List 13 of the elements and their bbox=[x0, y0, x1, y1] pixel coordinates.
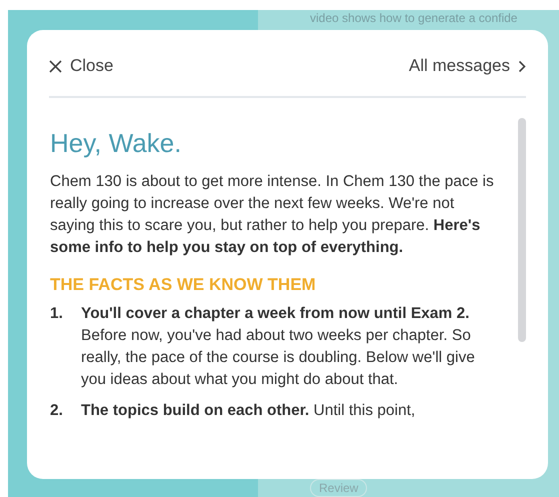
section-heading: THE FACTS AS WE KNOW THEM bbox=[50, 275, 317, 295]
scrollbar[interactable] bbox=[518, 118, 526, 342]
background-text: video shows how to generate a confide bbox=[310, 11, 518, 25]
chevron-right-icon bbox=[518, 60, 526, 72]
list-number: 1. bbox=[50, 304, 64, 324]
list-number: 2. bbox=[50, 401, 64, 421]
intro-paragraph: Chem 130 is about to get more intense. In Chem 130 the pace is really going to increase over the next few weeks. We're not saying this to scare you, but rather to help you prepare. Here's some info to help you stay on top of everything. bbox=[50, 172, 495, 258]
greeting-heading: Hey, Wake. bbox=[50, 128, 182, 159]
close-icon bbox=[49, 60, 62, 72]
close-button[interactable]: Close bbox=[49, 56, 114, 76]
all-messages-link[interactable]: All messages bbox=[408, 56, 526, 76]
list-item-text: The topics build on each other. Until this point, bbox=[81, 401, 416, 421]
list-item-text: You'll cover a chapter a week from now until Exam 2. Before now, you've had about two weeks per chapter. So really, the pace of the course is doubling. Below we'll give you ideas about what you might do about that. bbox=[81, 304, 476, 390]
